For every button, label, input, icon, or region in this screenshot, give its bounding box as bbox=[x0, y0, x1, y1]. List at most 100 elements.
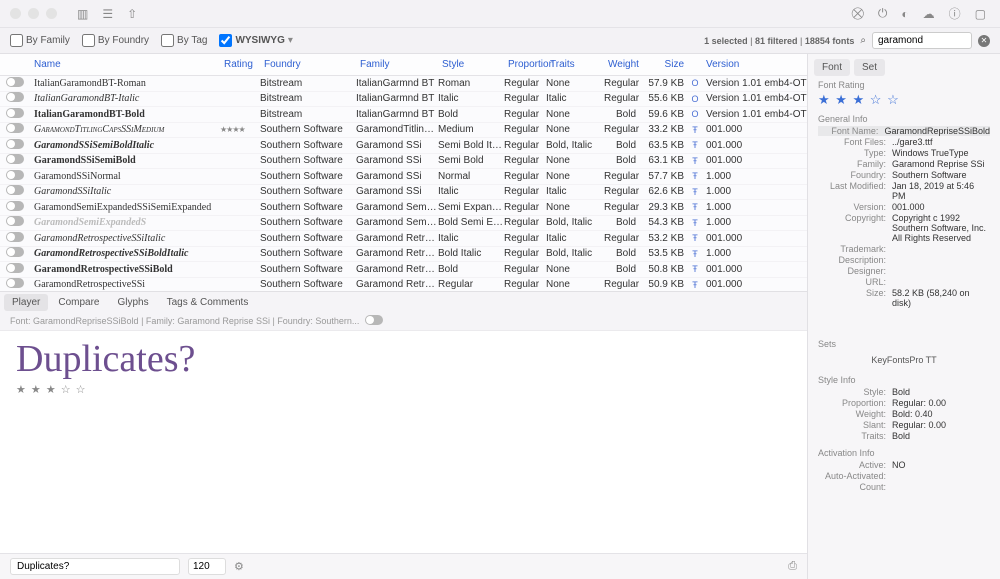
foundry-cell: Southern Software bbox=[260, 155, 356, 166]
preview-pane: Duplicates? ★ ★ ★ ☆ ☆ bbox=[0, 331, 807, 554]
weight-cell: Bold bbox=[604, 155, 642, 166]
toggle-icon[interactable]: ◐ bbox=[897, 7, 912, 21]
activate-toggle[interactable] bbox=[6, 201, 30, 214]
traits-cell: None bbox=[546, 109, 604, 120]
activate-toggle[interactable] bbox=[6, 123, 30, 136]
info-row: Foundry:Southern Software bbox=[818, 170, 990, 180]
preview-rating[interactable]: ★ ★ ★ ☆ ☆ bbox=[16, 383, 791, 396]
tab-set[interactable]: Set bbox=[854, 59, 885, 76]
foundry-cell: Southern Software bbox=[260, 140, 356, 151]
activate-toggle[interactable] bbox=[6, 77, 30, 90]
font-table-body[interactable]: ItalianGaramondBT-Roman Bitstream Italia… bbox=[0, 76, 807, 291]
table-row[interactable]: GaramondSSiNormal Southern Software Gara… bbox=[0, 169, 807, 185]
activate-toggle[interactable] bbox=[6, 139, 30, 152]
size-cell: 54.3 KB bbox=[642, 217, 688, 228]
family-cell: Garamond SSi bbox=[356, 186, 438, 197]
info-row: Weight:Bold: 0.40 bbox=[818, 409, 990, 419]
activate-toggle[interactable] bbox=[6, 232, 30, 245]
size-cell: 62.6 KB bbox=[642, 186, 688, 197]
by-family-checkbox[interactable]: By Family bbox=[10, 34, 70, 47]
clear-search-icon[interactable]: ✕ bbox=[978, 35, 990, 47]
weight-cell: Regular bbox=[604, 233, 642, 244]
weight-cell: Regular bbox=[604, 279, 642, 290]
family-cell: Garamond SSi bbox=[356, 171, 438, 182]
cloud-icon[interactable]: ☁ bbox=[919, 7, 939, 21]
tab-tags[interactable]: Tags & Comments bbox=[159, 294, 257, 311]
info-row: Proportion:Regular: 0.00 bbox=[818, 398, 990, 408]
proportion-cell: Regular bbox=[504, 279, 546, 290]
sidebar-toggle-icon[interactable]: ▥ bbox=[73, 7, 92, 21]
activate-toggle[interactable] bbox=[6, 170, 30, 183]
search-icon: ⌕ bbox=[860, 35, 866, 46]
info-icon[interactable]: ⓘ bbox=[945, 5, 965, 22]
style-info-label: Style Info bbox=[818, 375, 990, 385]
wysiwyg-checkbox[interactable]: WYSIWYG ▾ bbox=[219, 34, 292, 47]
table-row[interactable]: ItalianGaramondBT-Roman Bitstream Italia… bbox=[0, 76, 807, 92]
version-cell: 1.000 bbox=[702, 202, 807, 213]
switch-icon[interactable]: ⏻ bbox=[874, 6, 892, 21]
tab-font[interactable]: Font bbox=[814, 59, 850, 76]
table-row[interactable]: GaramondSSiSemiBoldItalic Southern Softw… bbox=[0, 138, 807, 154]
window-controls[interactable] bbox=[10, 8, 57, 19]
print-icon[interactable]: ⎙ bbox=[788, 560, 797, 573]
info-row: Last Modified:Jan 18, 2019 at 5:46 PM bbox=[818, 181, 990, 201]
proportion-cell: Regular bbox=[504, 171, 546, 182]
by-foundry-checkbox[interactable]: By Foundry bbox=[82, 34, 149, 47]
font-name: GaramondTitlingCapsSSiMedium bbox=[30, 124, 220, 135]
foundry-cell: Southern Software bbox=[260, 217, 356, 228]
table-row[interactable]: GaramondSemiExpandedSSiSemiExpanded Sout… bbox=[0, 200, 807, 216]
preview-toggle[interactable] bbox=[365, 315, 389, 327]
by-tag-checkbox[interactable]: By Tag bbox=[161, 34, 207, 47]
table-row[interactable]: GaramondSemiExpandedS Southern Software … bbox=[0, 216, 807, 232]
tab-glyphs[interactable]: Glyphs bbox=[110, 294, 157, 311]
foundry-cell: Bitstream bbox=[260, 109, 356, 120]
table-row[interactable]: GaramondRetrospectiveSSi Southern Softwa… bbox=[0, 278, 807, 291]
table-row[interactable]: GaramondRetrospectiveSSiBoldItalic South… bbox=[0, 247, 807, 263]
preview-tabs[interactable]: Player Compare Glyphs Tags & Comments bbox=[0, 291, 807, 313]
weight-cell: Regular bbox=[604, 78, 642, 89]
foundry-cell: Southern Software bbox=[260, 124, 356, 135]
style-cell: Bold Italic bbox=[438, 248, 504, 259]
tab-player[interactable]: Player bbox=[4, 294, 48, 311]
preview-text-input[interactable] bbox=[10, 558, 180, 575]
activate-toggle[interactable] bbox=[6, 108, 30, 121]
activate-toggle[interactable] bbox=[6, 92, 30, 105]
activate-toggle[interactable] bbox=[6, 216, 30, 229]
size-cell: 55.6 KB bbox=[642, 93, 688, 104]
font-rating-stars[interactable]: ★ ★ ★ ☆ ☆ bbox=[818, 92, 990, 108]
table-row[interactable]: ItalianGaramondBT-Italic Bitstream Itali… bbox=[0, 92, 807, 108]
panel-icon[interactable]: ▢ bbox=[971, 7, 990, 21]
list-view-icon[interactable]: ☰ bbox=[98, 7, 117, 21]
search-input[interactable] bbox=[872, 32, 972, 49]
table-row[interactable]: GaramondSSiSemiBold Southern Software Ga… bbox=[0, 154, 807, 170]
info-row: Family:Garamond Reprise SSi bbox=[818, 159, 990, 169]
style-cell: Bold bbox=[438, 109, 504, 120]
tab-compare[interactable]: Compare bbox=[50, 294, 107, 311]
traits-cell: Bold, Italic bbox=[546, 217, 604, 228]
info-row: Auto-Activated: bbox=[818, 471, 990, 481]
family-cell: Garamond Retrospe... bbox=[356, 248, 438, 259]
share-icon[interactable]: ⇧ bbox=[123, 7, 141, 21]
activate-toggle[interactable] bbox=[6, 185, 30, 198]
table-row[interactable]: GaramondRetrospectiveSSiItalic Southern … bbox=[0, 231, 807, 247]
activate-toggle[interactable] bbox=[6, 247, 30, 260]
gear-icon[interactable]: ⚙ bbox=[234, 560, 244, 573]
table-row[interactable]: GaramondRetrospectiveSSiBold Southern So… bbox=[0, 262, 807, 278]
filetype-icon: Ŧ bbox=[688, 125, 702, 135]
font-name: GaramondSemiExpandedS bbox=[30, 217, 220, 228]
activate-toggle[interactable] bbox=[6, 278, 30, 290]
activate-toggle[interactable] bbox=[6, 154, 30, 167]
table-row[interactable]: ItalianGaramondBT-Bold Bitstream Italian… bbox=[0, 107, 807, 123]
version-cell: 1.000 bbox=[702, 186, 807, 197]
table-row[interactable]: GaramondTitlingCapsSSiMedium ★★★★ Southe… bbox=[0, 123, 807, 139]
table-row[interactable]: GaramondSSiItalic Southern Software Gara… bbox=[0, 185, 807, 201]
font-name: ItalianGaramondBT-Bold bbox=[30, 109, 220, 120]
filetype-icon: Ŧ bbox=[688, 280, 702, 290]
foundry-cell: Southern Software bbox=[260, 202, 356, 213]
inspector-tabs[interactable]: Font Set bbox=[808, 54, 1000, 76]
preview-size-input[interactable] bbox=[188, 558, 226, 575]
eyeglass-icon[interactable]: ⛒ bbox=[848, 6, 868, 21]
table-header[interactable]: Name Rating Foundry Family Style Proport… bbox=[0, 54, 807, 76]
activate-toggle[interactable] bbox=[6, 263, 30, 276]
family-cell: GaramondTitlingCa... bbox=[356, 124, 438, 135]
